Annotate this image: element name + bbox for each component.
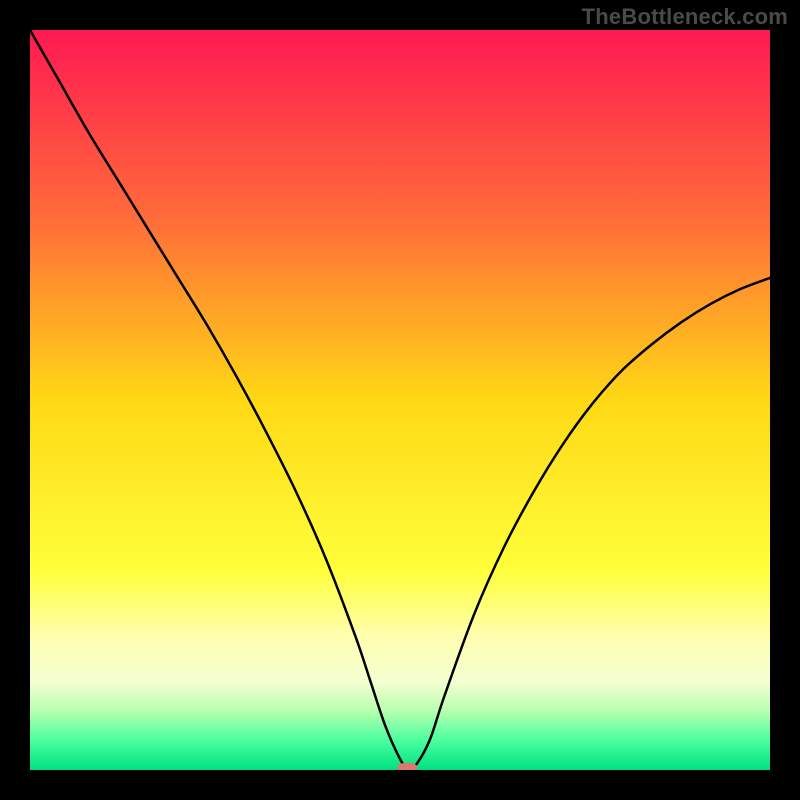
chart-svg [30,30,770,770]
watermark-text: TheBottleneck.com [582,4,788,30]
gradient-background [30,30,770,770]
chart-frame: TheBottleneck.com [0,0,800,800]
plot-area [30,30,770,770]
